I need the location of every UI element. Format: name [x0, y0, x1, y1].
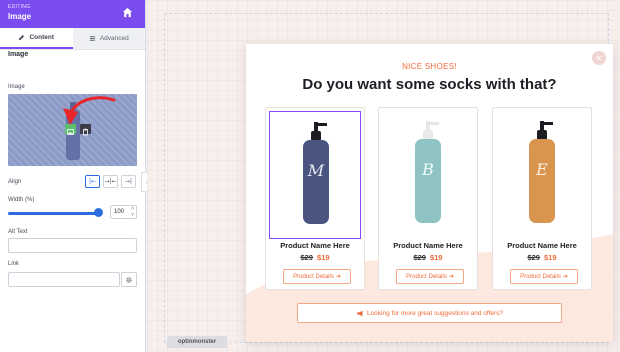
popup-eyebrow: NICE SHOES!	[402, 62, 457, 71]
product-card: E Product Name Here $29 $19 Product Deta…	[492, 107, 592, 290]
arrow-annotation-icon	[63, 96, 116, 125]
product-name: Product Name Here	[280, 241, 350, 250]
sidebar-title: Image	[8, 12, 32, 21]
new-price: $19	[544, 253, 557, 262]
alt-text-label: Alt Text	[8, 229, 28, 235]
width-label: Width (%)	[8, 197, 35, 203]
align-left-button[interactable]: |←	[85, 175, 100, 188]
section-title: Image	[8, 51, 29, 58]
sidebar-header: EDITING Image	[0, 0, 145, 28]
product-card: B Product Name Here $29 $19 Product Deta…	[378, 107, 478, 290]
align-right-button[interactable]: →|	[121, 175, 136, 188]
width-slider-track[interactable]	[8, 212, 98, 215]
product-image[interactable]: M	[269, 111, 361, 239]
bottle-body	[303, 140, 329, 224]
gear-icon	[126, 276, 132, 283]
old-price: $29	[413, 253, 426, 262]
new-price: $19	[317, 253, 330, 262]
bottle-letter: E	[535, 160, 548, 179]
old-price: $29	[300, 253, 313, 262]
home-icon[interactable]	[122, 7, 133, 18]
more-suggestions-label: Looking for more great suggestions and o…	[366, 309, 504, 317]
editor-sidebar: EDITING Image Content Advanced Image Ima…	[0, 0, 146, 352]
product-price: $29 $19	[379, 253, 477, 262]
align-center-button[interactable]: →|←	[103, 175, 118, 188]
new-price: $19	[430, 253, 443, 262]
bottle-letter: M	[307, 161, 325, 180]
product-details-label: Product Details	[293, 273, 334, 280]
popup-headline: Do you want some socks with that?	[302, 76, 557, 93]
product-image[interactable]: E	[496, 111, 588, 239]
pump-bottle-image: B	[415, 121, 441, 223]
old-price: $29	[527, 253, 540, 262]
alt-text-input[interactable]	[8, 238, 137, 253]
editing-label: EDITING	[8, 4, 31, 10]
tab-content-label: Content	[29, 34, 55, 41]
optinmonster-logo: optinmonster	[167, 336, 227, 348]
pump-bottle-image: M	[303, 122, 329, 224]
more-suggestions-button[interactable]: Looking for more great suggestions and o…	[297, 303, 562, 323]
image-preview[interactable]	[8, 94, 137, 166]
link-label: Link	[8, 261, 20, 267]
align-label: Align	[8, 179, 22, 185]
product-price: $29 $19	[493, 253, 591, 262]
bottle-letter: B	[421, 160, 434, 179]
pencil-icon	[19, 34, 25, 41]
link-input[interactable]	[8, 272, 120, 287]
product-details-button[interactable]: Product Details ➔	[396, 269, 464, 284]
stepper-icon: ˄ ˅	[131, 206, 134, 218]
tab-content[interactable]: Content	[0, 28, 73, 49]
arrow-right-icon: ➔	[335, 274, 341, 280]
product-price: $29 $19	[266, 253, 364, 262]
tab-advanced-label: Advanced	[99, 35, 129, 42]
arrow-right-icon: ➔	[562, 274, 568, 280]
product-details-label: Product Details	[520, 273, 561, 280]
product-name: Product Name Here	[507, 241, 577, 250]
image-label: Image	[8, 84, 25, 90]
width-value: 100	[114, 209, 125, 215]
align-group: |← →|← →|	[85, 175, 136, 188]
product-details-button[interactable]: Product Details ➔	[283, 269, 351, 284]
arrow-right-icon: ➔	[448, 274, 454, 280]
sidebar-tabs: Content Advanced	[0, 28, 145, 50]
product-name: Product Name Here	[393, 241, 463, 250]
pump-bottle-image: E	[529, 121, 555, 223]
megaphone-icon	[356, 310, 363, 316]
product-details-label: Product Details	[406, 273, 447, 280]
tab-advanced[interactable]: Advanced	[72, 28, 145, 49]
link-settings-button[interactable]	[121, 272, 137, 287]
product-card: M Product Name Here $29 $19 Product Deta…	[265, 107, 365, 290]
product-details-button[interactable]: Product Details ➔	[510, 269, 578, 284]
sliders-icon	[89, 35, 95, 42]
width-slider-thumb[interactable]	[94, 208, 103, 217]
bottle-body	[415, 139, 441, 223]
bottle-body	[529, 139, 555, 223]
product-image[interactable]: B	[382, 111, 474, 239]
width-input[interactable]: 100 ˄ ˅	[110, 205, 137, 219]
